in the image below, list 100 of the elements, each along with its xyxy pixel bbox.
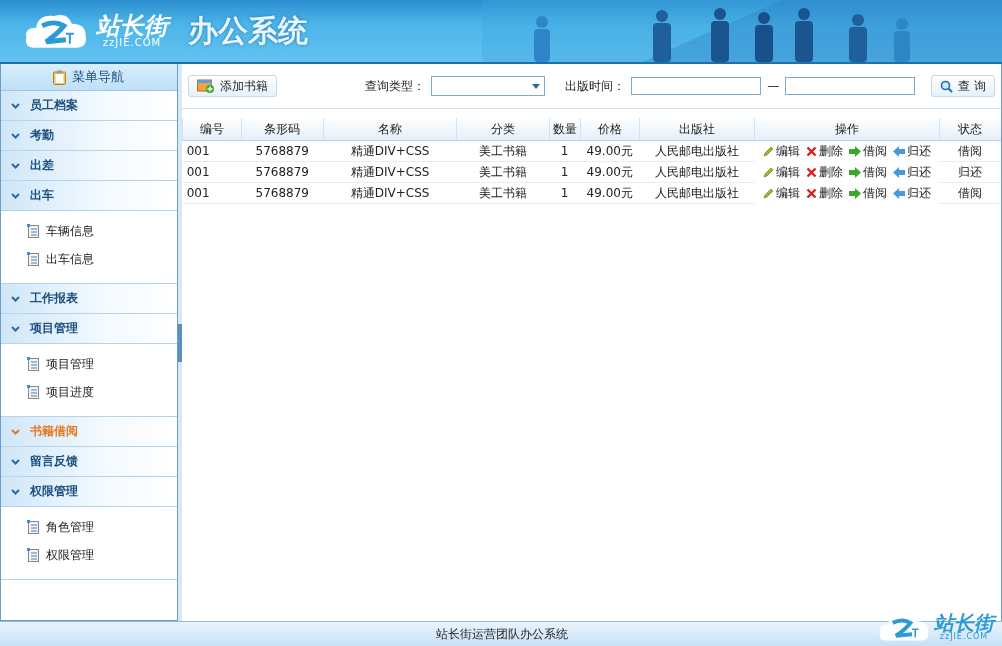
action-link[interactable]: 编辑 <box>762 184 800 202</box>
table-cell: 归还 <box>939 161 1001 183</box>
menu-item[interactable]: 项目进度 <box>1 378 177 406</box>
chevron-down-icon <box>11 325 20 332</box>
menu-item[interactable]: 角色管理 <box>1 513 177 541</box>
menu-group[interactable]: 工作报表 <box>1 284 177 314</box>
menu-item[interactable]: 车辆信息 <box>1 217 177 245</box>
menu-item[interactable]: 权限管理 <box>1 541 177 569</box>
document-icon <box>27 357 40 371</box>
pencil-icon <box>762 145 774 157</box>
action-link[interactable]: 删除 <box>805 163 843 181</box>
action-link[interactable]: 编辑 <box>762 142 800 160</box>
table-cell: 1 <box>549 140 580 162</box>
publish-date-label: 出版时间： <box>565 77 626 95</box>
footer-logo-domain: zzJIE.COM <box>939 633 989 642</box>
chevron-down-icon <box>11 132 20 139</box>
action-link[interactable]: 借阅 <box>848 142 887 160</box>
menu-group[interactable]: 留言反馈 <box>1 447 177 477</box>
table-cell: 借阅 <box>939 140 1001 162</box>
chevron-down-icon <box>11 458 20 465</box>
table-cell: 借阅 <box>939 182 1001 204</box>
search-button[interactable]: 查 询 <box>931 75 995 97</box>
sidebar-title: 菜单导航 <box>72 68 125 86</box>
pencil-icon <box>762 187 774 199</box>
column-header: 状态 <box>939 118 1001 141</box>
table-cell: 001 <box>182 182 242 204</box>
cross-icon <box>805 145 817 157</box>
menu-group[interactable]: 项目管理 <box>1 314 177 344</box>
column-header: 价格 <box>580 118 640 141</box>
menu-group[interactable]: 考勤 <box>1 121 177 151</box>
end-date-field[interactable] <box>785 77 916 95</box>
document-icon <box>27 252 40 266</box>
collapse-handle[interactable] <box>177 323 182 362</box>
action-link[interactable]: 删除 <box>805 184 843 202</box>
column-header: 名称 <box>323 118 457 141</box>
column-header: 出版社 <box>639 118 755 141</box>
menu-item[interactable]: 出车信息 <box>1 245 177 273</box>
left-arrow-icon <box>892 166 905 178</box>
menu-item[interactable]: 项目管理 <box>1 350 177 378</box>
table-cell: 精通DIV+CSS <box>323 140 457 162</box>
menu-group[interactable]: 权限管理 <box>1 477 177 507</box>
table-cell: 美工书籍 <box>456 182 550 204</box>
action-link[interactable]: 编辑 <box>762 163 800 181</box>
table-cell: 1 <box>549 161 580 183</box>
right-arrow-icon <box>848 187 861 199</box>
query-type-dropdown[interactable] <box>431 76 546 96</box>
table-cell: 美工书籍 <box>456 161 550 183</box>
action-link[interactable]: 归还 <box>892 163 931 181</box>
action-link[interactable]: 归还 <box>892 184 931 202</box>
table-cell: 001 <box>182 161 242 183</box>
table-cell: 美工书籍 <box>456 140 550 162</box>
menu-group[interactable]: 员工档案 <box>1 91 177 121</box>
dropdown-caret-icon <box>532 83 541 89</box>
left-arrow-icon <box>892 145 905 157</box>
cross-icon <box>805 187 817 199</box>
column-header: 操作 <box>754 118 940 141</box>
pencil-icon <box>762 166 774 178</box>
column-header: 数量 <box>549 118 580 141</box>
action-link[interactable]: 借阅 <box>848 184 887 202</box>
chevron-down-icon <box>11 192 20 199</box>
clipboard-icon <box>53 69 67 85</box>
menu-group[interactable]: 出车 <box>1 181 177 211</box>
table-cell: 人民邮电出版社 <box>639 161 755 183</box>
right-arrow-icon <box>848 166 861 178</box>
query-type-label: 查询类型： <box>365 77 426 95</box>
footer-text: 站长街运营团队办公系统 <box>436 625 568 643</box>
start-date-field[interactable] <box>631 77 762 95</box>
column-header: 条形码 <box>241 118 324 141</box>
table-cell: 人民邮电出版社 <box>639 140 755 162</box>
document-icon <box>27 520 40 534</box>
add-book-button[interactable]: 添加书籍 <box>188 75 278 97</box>
table-cell: 001 <box>182 140 242 162</box>
left-arrow-icon <box>892 187 905 199</box>
document-icon <box>27 224 40 238</box>
column-header: 分类 <box>456 118 550 141</box>
chevron-down-icon <box>11 488 20 495</box>
table-cell: 人民邮电出版社 <box>639 182 755 204</box>
cross-icon <box>805 166 817 178</box>
table-cell: 5768879 <box>241 140 324 162</box>
table-cell: 精通DIV+CSS <box>323 161 457 183</box>
table-cell: 49.00元 <box>580 161 640 183</box>
table-cell: 5768879 <box>241 182 324 204</box>
action-link[interactable]: 删除 <box>805 142 843 160</box>
document-icon <box>27 385 40 399</box>
action-link[interactable]: 归还 <box>892 142 931 160</box>
table-cell: 49.00元 <box>580 140 640 162</box>
table-cell: 5768879 <box>241 161 324 183</box>
menu-group[interactable]: 出差 <box>1 151 177 181</box>
document-icon <box>27 548 40 562</box>
logo-domain: zzJIE.COM <box>102 38 162 48</box>
table-cell: 精通DIV+CSS <box>323 182 457 204</box>
action-link[interactable]: 借阅 <box>848 163 887 181</box>
search-icon <box>940 79 954 93</box>
chevron-down-icon <box>11 102 20 109</box>
add-icon <box>197 79 216 93</box>
table-cell: 49.00元 <box>580 182 640 204</box>
date-separator: — <box>767 79 780 93</box>
column-header: 编号 <box>182 118 242 141</box>
app-title: 办公系统 <box>188 11 308 50</box>
chevron-down-icon <box>11 162 20 169</box>
